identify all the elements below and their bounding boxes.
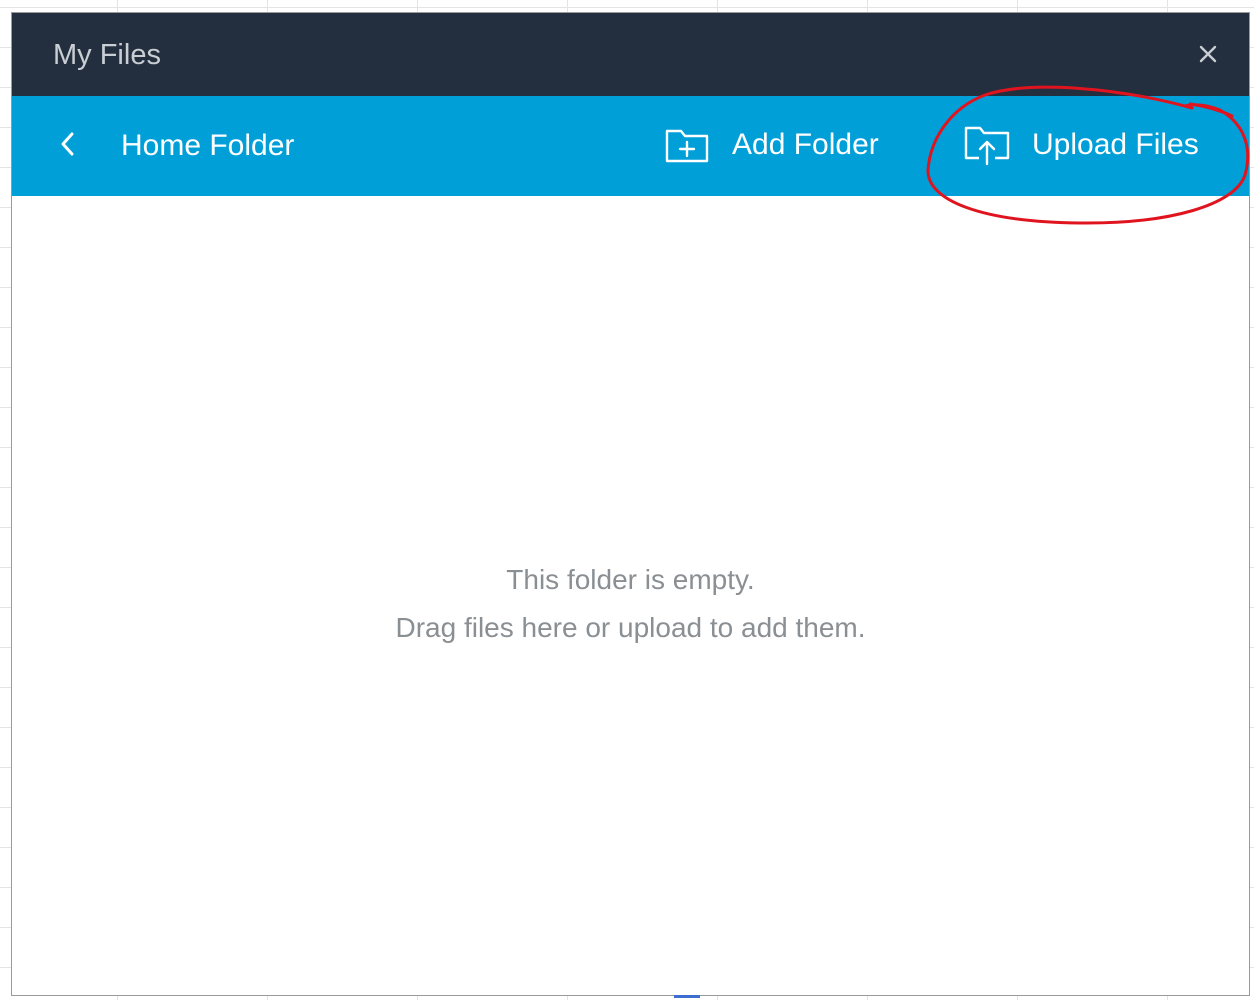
dialog-title: My Files	[53, 39, 161, 71]
upload-files-button[interactable]: Upload Files	[964, 122, 1199, 168]
current-folder-name: Home Folder	[121, 129, 295, 162]
chevron-left-icon	[61, 132, 74, 156]
empty-message-line-1: This folder is empty.	[506, 564, 755, 595]
scroll-indicator	[674, 995, 700, 998]
empty-folder-message: This folder is empty. Drag files here or…	[12, 556, 1249, 652]
add-folder-label: Add Folder	[732, 128, 879, 161]
empty-message-line-2: Drag files here or upload to add them.	[395, 612, 866, 643]
file-drop-area[interactable]: This folder is empty. Drag files here or…	[12, 196, 1249, 995]
my-files-dialog: My Files Home Folder Add Folder Upload F…	[11, 12, 1250, 996]
back-button[interactable]	[50, 124, 86, 164]
close-icon	[1199, 45, 1217, 63]
folder-toolbar: Home Folder Add Folder Upload Files	[12, 96, 1249, 196]
folder-upload-icon	[964, 122, 1010, 168]
folder-plus-icon	[664, 122, 710, 168]
page: My Files Home Folder Add Folder Upload F…	[0, 0, 1254, 1000]
upload-files-label: Upload Files	[1032, 128, 1199, 161]
dialog-titlebar: My Files	[12, 13, 1249, 96]
close-button[interactable]	[1191, 37, 1225, 71]
add-folder-button[interactable]: Add Folder	[664, 122, 879, 168]
